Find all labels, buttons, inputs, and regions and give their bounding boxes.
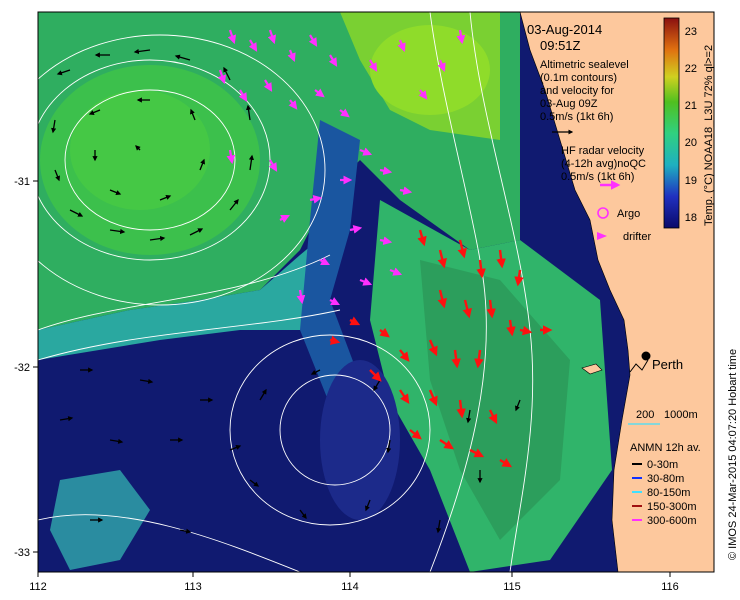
svg-text:80-150m: 80-150m xyxy=(647,487,690,499)
lon-tick-112: 112 xyxy=(29,581,47,593)
cb-tick-20: 20 xyxy=(685,137,697,149)
drifter-label: drifter xyxy=(623,231,651,243)
credit-label: © IMOS 24-Mar-2015 04:07:20 Hobart time xyxy=(727,349,739,560)
lon-tick-113: 113 xyxy=(184,581,202,593)
svg-text:0-30m: 0-30m xyxy=(647,459,678,471)
lon-tick-116: 116 xyxy=(661,581,679,593)
hf-note-2: 0.5m/s (1kt 6h) xyxy=(561,171,634,183)
svg-text:150-300m: 150-300m xyxy=(647,501,697,513)
cb-tick-18: 18 xyxy=(685,212,697,224)
lat-axis: -31 -32 -33 xyxy=(14,176,38,559)
anmn-title: ANMN 12h av. xyxy=(630,442,701,454)
altimetry-note-3: 03-Aug 09Z xyxy=(540,98,598,110)
lon-tick-114: 114 xyxy=(341,581,359,593)
time-label: 09:51Z xyxy=(540,38,581,53)
altimetry-note-0: Altimetric sealevel xyxy=(540,59,629,71)
lon-axis: 112 113 114 115 116 xyxy=(29,572,679,593)
svg-text:30-80m: 30-80m xyxy=(647,473,684,485)
cb-tick-23: 23 xyxy=(685,26,697,38)
isobath-200: 200 xyxy=(636,409,654,421)
argo-label: Argo xyxy=(617,208,640,220)
perth-marker-icon xyxy=(641,351,651,361)
colorbar-label: Temp. (°C) NOAA18_L3U 72% ql>=2 xyxy=(703,45,715,226)
svg-text:300-600m: 300-600m xyxy=(647,515,697,527)
cb-tick-21: 21 xyxy=(685,100,697,112)
perth-label: Perth xyxy=(652,357,683,372)
ocean-current-map: 112 113 114 115 116 -31 -32 -33 03-Aug-2… xyxy=(14,11,739,593)
altimetry-note-2: and velocity for xyxy=(540,85,614,97)
lat-tick-32: -32 xyxy=(14,362,30,374)
lat-tick-33: -33 xyxy=(14,547,30,559)
altimetry-note-4: 0.5m/s (1kt 6h) xyxy=(540,111,613,123)
lon-tick-115: 115 xyxy=(503,581,521,593)
altimetry-note-1: (0.1m contours) xyxy=(540,72,617,84)
cb-tick-19: 19 xyxy=(685,175,697,187)
isobath-1000: 1000m xyxy=(664,409,698,421)
cb-tick-22: 22 xyxy=(685,63,697,75)
hf-note-0: HF radar velocity xyxy=(561,145,645,157)
date-label: 03-Aug-2014 xyxy=(527,22,602,37)
hf-note-1: (4-12h avg)noQC xyxy=(561,158,646,170)
lat-tick-31: -31 xyxy=(14,176,30,188)
colorbar-gradient xyxy=(663,17,680,229)
